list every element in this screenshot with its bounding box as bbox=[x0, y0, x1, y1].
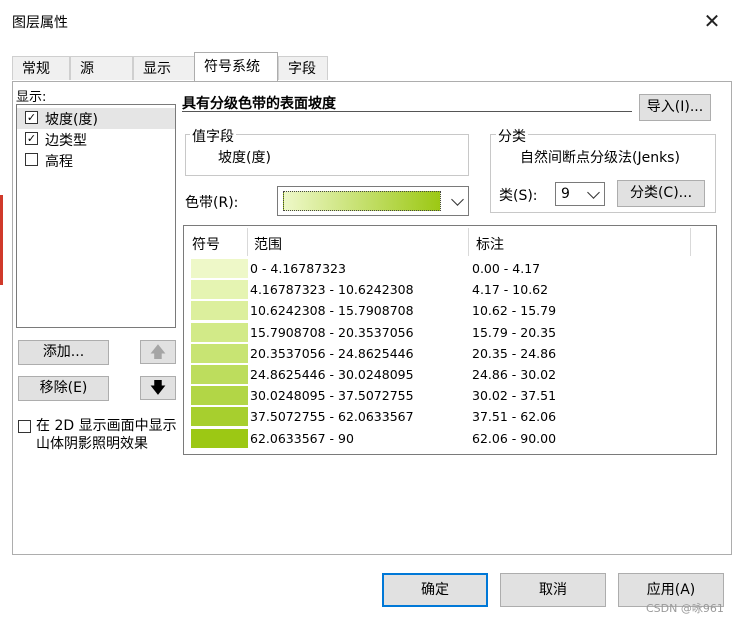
elevation-checkbox[interactable] bbox=[25, 153, 38, 166]
range-cell[interactable]: 24.8625446 - 30.0248095 bbox=[250, 367, 414, 382]
table-row[interactable]: 37.5072755 - 62.0633567 37.51 - 62.06 bbox=[184, 406, 714, 427]
header-symbol[interactable]: 符号 bbox=[192, 234, 220, 254]
label-cell[interactable]: 37.51 - 62.06 bbox=[472, 409, 556, 424]
range-cell[interactable]: 62.0633567 - 90 bbox=[250, 431, 354, 446]
symbol-swatch[interactable] bbox=[191, 301, 248, 321]
header-label[interactable]: 标注 bbox=[476, 234, 504, 254]
range-cell[interactable]: 10.6242308 - 15.7908708 bbox=[250, 303, 414, 318]
value-field: 坡度(度) bbox=[218, 150, 271, 166]
class-table: 符号 范围 标注 0 - 4.16787323 0.00 - 4.17 4.1678… bbox=[183, 225, 717, 455]
symbol-swatch[interactable] bbox=[191, 386, 248, 406]
hillshade-label: 在 2D 显示画面中显示山体阴影照明效果 bbox=[36, 418, 177, 452]
tab-strip: 常规 源 显示 符号系统 字段 bbox=[12, 52, 732, 82]
tab-display[interactable]: 显示 bbox=[133, 56, 197, 80]
classification-group-label: 分类 bbox=[496, 126, 528, 146]
classification-method: 自然间断点分级法(Jenks) bbox=[520, 150, 680, 166]
table-row[interactable]: 62.0633567 - 90 62.06 - 90.00 bbox=[184, 428, 714, 449]
add-button[interactable]: 添加... bbox=[18, 340, 109, 365]
label-cell[interactable]: 10.62 - 15.79 bbox=[472, 303, 556, 318]
hillshade-checkbox[interactable] bbox=[18, 420, 31, 433]
table-row[interactable]: 15.7908708 - 20.3537056 15.79 - 20.35 bbox=[184, 322, 714, 343]
classify-button[interactable]: 分类(C)... bbox=[617, 180, 705, 207]
title-bar bbox=[0, 0, 736, 40]
background-window-edge bbox=[0, 195, 3, 285]
range-cell[interactable]: 20.3537056 - 24.8625446 bbox=[250, 346, 414, 361]
header-range[interactable]: 范围 bbox=[254, 234, 282, 254]
classes-label: 类(S): bbox=[499, 188, 538, 204]
symbol-swatch[interactable] bbox=[191, 365, 248, 384]
value-field-group-label: 值字段 bbox=[190, 126, 236, 146]
import-button[interactable]: 导入(I)... bbox=[639, 94, 711, 121]
arrow-down-icon[interactable]: 🡇 bbox=[140, 376, 176, 400]
table-row[interactable]: 10.6242308 - 15.7908708 10.62 - 15.79 bbox=[184, 300, 714, 321]
table-row[interactable]: 4.16787323 - 10.6242308 4.17 - 10.62 bbox=[184, 279, 714, 300]
range-cell[interactable]: 15.7908708 - 20.3537056 bbox=[250, 325, 414, 340]
window-title: 图层属性 bbox=[12, 15, 68, 31]
symbol-swatch[interactable] bbox=[191, 280, 248, 300]
label-cell[interactable]: 24.86 - 30.02 bbox=[472, 367, 556, 382]
symbol-swatch[interactable] bbox=[191, 343, 248, 363]
symbol-swatch[interactable] bbox=[191, 259, 248, 278]
classes-select[interactable]: 9 bbox=[555, 182, 605, 206]
symbol-swatch[interactable] bbox=[191, 407, 248, 427]
ok-button[interactable]: 确定 bbox=[382, 573, 488, 607]
show-label: 显示: bbox=[16, 90, 47, 105]
renderer-list: ✓ 坡度(度) ✓ 边类型 高程 bbox=[16, 104, 176, 328]
table-row[interactable]: 30.0248095 - 37.5072755 30.02 - 37.51 bbox=[184, 385, 714, 406]
color-ramp-label: 色带(R): bbox=[185, 195, 239, 211]
watermark: CSDN @咏961 bbox=[646, 602, 724, 615]
arrow-up-icon[interactable]: 🡅 bbox=[140, 340, 176, 364]
tab-fields[interactable]: 字段 bbox=[278, 56, 328, 80]
edge-type-checkbox[interactable]: ✓ bbox=[25, 132, 38, 145]
tab-general[interactable]: 常规 bbox=[12, 56, 70, 80]
range-cell[interactable]: 37.5072755 - 62.0633567 bbox=[250, 409, 414, 424]
range-cell[interactable]: 4.16787323 - 10.6242308 bbox=[250, 282, 414, 297]
tab-symbology[interactable]: 符号系统 bbox=[194, 52, 278, 81]
label-cell[interactable]: 30.02 - 37.51 bbox=[472, 388, 556, 403]
symbol-swatch[interactable] bbox=[191, 428, 248, 448]
tab-source[interactable]: 源 bbox=[70, 56, 133, 80]
remove-button[interactable]: 移除(E) bbox=[18, 376, 109, 401]
range-cell[interactable]: 30.0248095 - 37.5072755 bbox=[250, 388, 414, 403]
label-cell[interactable]: 62.06 - 90.00 bbox=[472, 431, 556, 446]
chevron-down-icon bbox=[587, 186, 600, 199]
list-item-slope[interactable]: ✓ 坡度(度) bbox=[17, 108, 175, 129]
list-item-edge-type[interactable]: ✓ 边类型 bbox=[17, 129, 175, 150]
table-row[interactable]: 0 - 4.16787323 0.00 - 4.17 bbox=[184, 258, 714, 279]
label-cell[interactable]: 0.00 - 4.17 bbox=[472, 261, 540, 276]
label-cell[interactable]: 4.17 - 10.62 bbox=[472, 282, 548, 297]
color-ramp-select[interactable] bbox=[277, 186, 469, 216]
chevron-down-icon bbox=[451, 193, 464, 206]
list-item-elevation[interactable]: 高程 bbox=[17, 150, 175, 171]
close-icon[interactable]: ✕ bbox=[700, 9, 724, 33]
cancel-button[interactable]: 取消 bbox=[500, 573, 606, 607]
renderer-title: 具有分级色带的表面坡度 bbox=[182, 93, 632, 112]
label-cell[interactable]: 20.35 - 24.86 bbox=[472, 346, 556, 361]
symbol-swatch[interactable] bbox=[191, 322, 248, 342]
table-row[interactable]: 20.3537056 - 24.8625446 20.35 - 24.86 bbox=[184, 343, 714, 364]
table-row[interactable]: 24.8625446 - 30.0248095 24.86 - 30.02 bbox=[184, 364, 714, 385]
label-cell[interactable]: 15.79 - 20.35 bbox=[472, 325, 556, 340]
color-ramp-preview bbox=[283, 191, 441, 211]
slope-checkbox[interactable]: ✓ bbox=[25, 111, 38, 124]
range-cell[interactable]: 0 - 4.16787323 bbox=[250, 261, 346, 276]
